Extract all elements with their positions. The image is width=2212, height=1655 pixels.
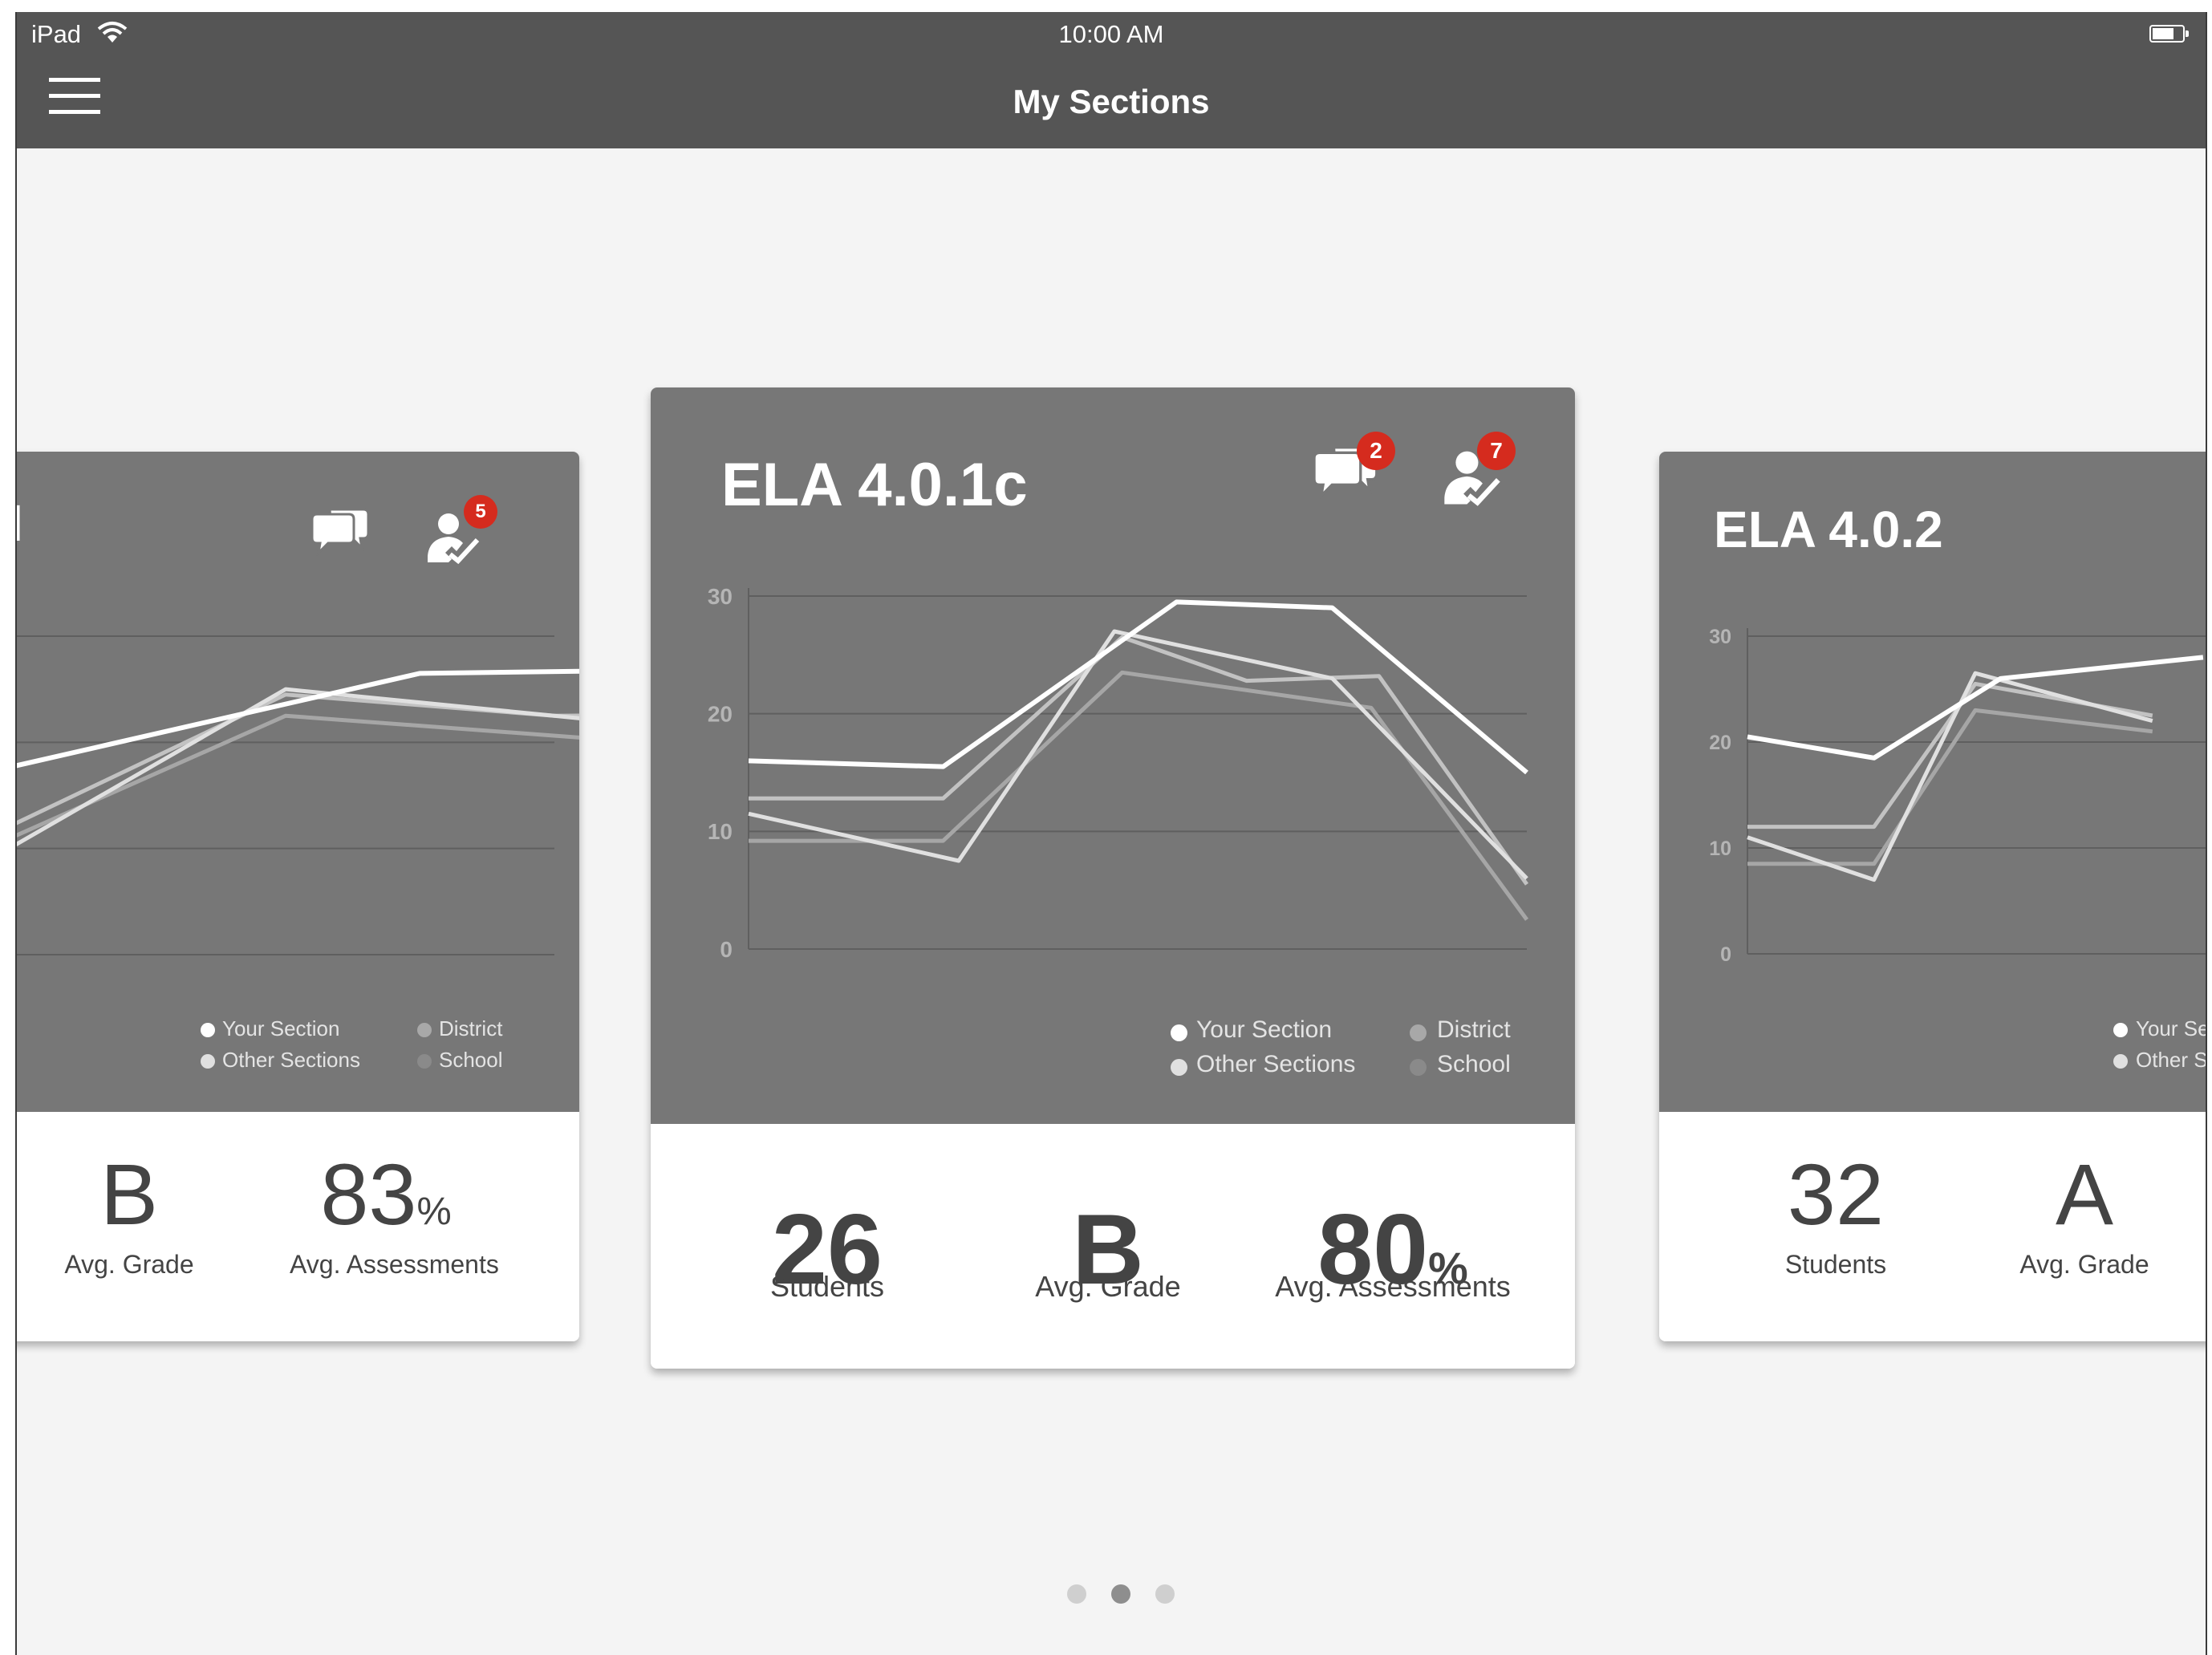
legend-dot-other-sections: [2113, 1054, 2128, 1069]
section-card-right[interactable]: ELA 4.0.2 0 10 20 30 Your Se Other S 32 Stu…: [1659, 452, 2207, 1341]
legend-your-section: Your Section: [222, 1016, 340, 1040]
page-title: My Sections: [1013, 83, 1210, 120]
series-line-school: [1747, 708, 2153, 866]
students-label: Students: [769, 1270, 885, 1303]
section-card-left[interactable]: I 5 Your Section Other Sections District…: [17, 452, 579, 1341]
page-indicator: [1067, 1584, 1175, 1608]
y-tick-label: 0: [1720, 943, 1731, 966]
legend-dot-your-section: [2113, 1023, 2128, 1037]
avg-grade-label: Avg. Grade: [64, 1250, 194, 1279]
legend-school: School: [1437, 1051, 1511, 1077]
avg-grade-label: Avg. Grade: [2019, 1250, 2149, 1279]
legend-dot-district: [1410, 1024, 1427, 1041]
legend-dot-other-sections: [1171, 1059, 1187, 1076]
page-dot-3[interactable]: [1155, 1584, 1175, 1604]
section-chart: 0 10 20 30: [1709, 626, 2206, 966]
legend-school: School: [439, 1048, 503, 1072]
y-tick-label: 30: [1709, 626, 1731, 648]
legend-dot-other-sections: [201, 1054, 215, 1069]
page-dot-2[interactable]: [1111, 1584, 1130, 1604]
series-line-your-section: [748, 599, 1528, 775]
legend-district: District: [439, 1016, 503, 1040]
y-tick-label: 20: [1709, 732, 1731, 754]
avg-assessments-label: Avg. Assessments: [290, 1250, 499, 1279]
ipad-screen: iPad 10:00 AM My Sections I: [15, 12, 2207, 1655]
legend-dot-your-section: [201, 1023, 215, 1037]
page-dot-1[interactable]: [1067, 1584, 1086, 1604]
card-stats-panel: 26 Students B Avg. Grade 80% Avg. Assess…: [651, 1124, 1575, 1369]
series-line-other-sections: [748, 629, 1528, 880]
students-label: Students: [1784, 1250, 1887, 1279]
legend-your-section: Your Section: [1196, 1016, 1333, 1043]
battery-icon: [2149, 25, 2191, 44]
series-line-other-sections: [17, 687, 579, 847]
section-card-center[interactable]: ELA 4.0.1c 2 7 0 10 20 30 Your Section Othe…: [651, 387, 1575, 1369]
navigation-bar: iPad 10:00 AM My Sections: [17, 12, 2206, 148]
avg-grade-label: Avg. Grade: [1035, 1270, 1181, 1303]
legend-dot-district: [417, 1023, 432, 1037]
series-line-school: [749, 670, 1529, 921]
section-chart: 0 10 20 30: [708, 584, 1529, 962]
legend-dot-school: [1410, 1059, 1427, 1076]
legend-your-section: Your Se: [2136, 1016, 2207, 1040]
card-stats-panel: 32 Students A Avg. Grade: [1659, 1112, 2206, 1341]
card-chart-panel: I 5 Your Section Other Sections District…: [17, 452, 579, 1112]
students-value: 32: [1787, 1146, 1885, 1243]
legend-other-sections: Other Sections: [222, 1048, 360, 1072]
status-time: 10:00 AM: [1058, 20, 1164, 48]
legend-other-sections: Other Sections: [1196, 1051, 1356, 1077]
legend-district: District: [1437, 1016, 1511, 1043]
y-tick-label: 0: [720, 937, 733, 962]
card-stats-panel: B Avg. Grade 83% Avg. Assessments: [17, 1112, 579, 1341]
avg-assessments-label: Avg. Assessments: [1275, 1270, 1511, 1303]
avg-assessments-value: 83%: [320, 1146, 452, 1243]
legend-dot-school: [417, 1054, 432, 1069]
y-tick-label: 30: [708, 584, 733, 609]
series-line-district: [17, 692, 579, 825]
card-chart-panel: ELA 4.0.1c 2 7 0 10 20 30 Your Section Othe…: [651, 387, 1575, 1124]
section-chart: [17, 635, 579, 955]
y-tick-label: 10: [1709, 838, 1731, 860]
avg-grade-value: B: [99, 1146, 159, 1243]
legend-dot-your-section: [1171, 1024, 1187, 1041]
legend-other-sections: Other S: [2136, 1048, 2207, 1072]
avg-grade-value: A: [2055, 1146, 2114, 1243]
y-tick-label: 20: [708, 701, 733, 726]
y-tick-label: 10: [708, 819, 733, 844]
card-chart-panel: ELA 4.0.2 0 10 20 30 Your Se Other S: [1659, 452, 2207, 1112]
